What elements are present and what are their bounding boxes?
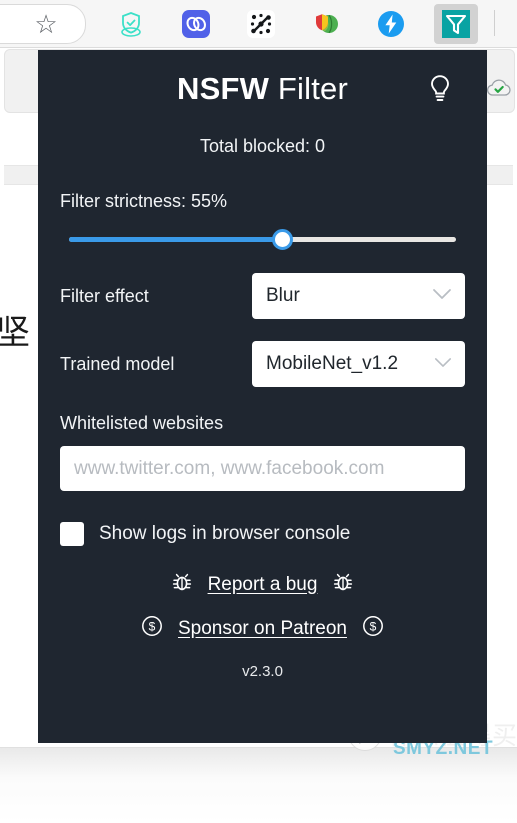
lightbulb-icon[interactable] xyxy=(423,70,457,108)
filter-effect-row: Filter effect Blur xyxy=(60,273,465,319)
popup-header: NSFW Filter xyxy=(60,50,465,128)
report-a-bug-link[interactable]: Report a bug xyxy=(208,574,318,596)
star-glyph: ☆ xyxy=(34,9,58,39)
shield-check-extension-icon[interactable] xyxy=(115,8,147,40)
sponsor-on-patreon-link[interactable]: Sponsor on Patreon xyxy=(178,618,347,640)
show-logs-checkbox[interactable] xyxy=(60,522,84,546)
filter-effect-value: Blur xyxy=(266,285,300,306)
trained-model-label: Trained model xyxy=(60,353,175,374)
sponsor-row: $ Sponsor on Patreon $ xyxy=(60,614,465,643)
toolbar-separator xyxy=(494,10,495,36)
dollar-circle-icon: $ xyxy=(140,614,164,643)
browser-toolbar: ☆ xyxy=(0,0,517,48)
filter-strictness-slider[interactable] xyxy=(60,229,465,251)
page-title: NSFW Filter xyxy=(177,71,348,107)
cloud-check-icon xyxy=(486,77,512,104)
whitelisted-websites-label: Whitelisted websites xyxy=(60,413,224,433)
filter-strictness-label: Filter strictness: 55% xyxy=(60,191,228,211)
trained-model-value: MobileNet_v1.2 xyxy=(266,353,399,374)
trained-model-select[interactable]: MobileNet_v1.2 xyxy=(252,341,465,387)
filter-effect-select[interactable]: Blur xyxy=(252,273,465,319)
show-logs-label: Show logs in browser console xyxy=(99,523,351,544)
bug-icon xyxy=(331,571,355,598)
link-rings-extension-icon[interactable] xyxy=(180,8,212,40)
slider-thumb[interactable] xyxy=(271,229,293,250)
chevron-down-icon xyxy=(434,355,452,373)
report-bug-row: Report a bug xyxy=(60,571,465,598)
total-blocked-status: Total blocked: 0 xyxy=(199,136,326,156)
slider-fill xyxy=(69,237,282,242)
dollar-circle-icon: $ xyxy=(361,614,385,643)
svg-text:$: $ xyxy=(149,620,156,634)
trained-model-row: Trained model MobileNet_v1.2 xyxy=(60,341,465,387)
page-cn-text: 坚 xyxy=(0,313,30,353)
title-light-part: Filter xyxy=(269,71,348,106)
show-logs-row[interactable]: Show logs in browser console xyxy=(60,522,465,546)
title-bold-part: NSFW xyxy=(177,71,270,106)
lightning-bolt-extension-icon[interactable] xyxy=(375,8,407,40)
version-label: v2.3.0 xyxy=(242,663,283,680)
filter-effect-label: Filter effect xyxy=(60,285,149,306)
globe-shield-extension-icon[interactable] xyxy=(310,8,342,40)
node-graph-extension-icon[interactable] xyxy=(245,8,277,40)
nsfw-filter-extension-icon[interactable] xyxy=(434,4,478,44)
bug-icon xyxy=(170,571,194,598)
chevron-down-icon xyxy=(432,287,452,305)
svg-text:$: $ xyxy=(370,620,377,634)
whitelisted-websites-input[interactable] xyxy=(60,446,465,491)
nsfw-filter-popup: NSFW Filter Total blocked: 0 Filter stri… xyxy=(38,50,487,743)
bookmark-star-icon[interactable]: ☆ xyxy=(30,8,62,40)
